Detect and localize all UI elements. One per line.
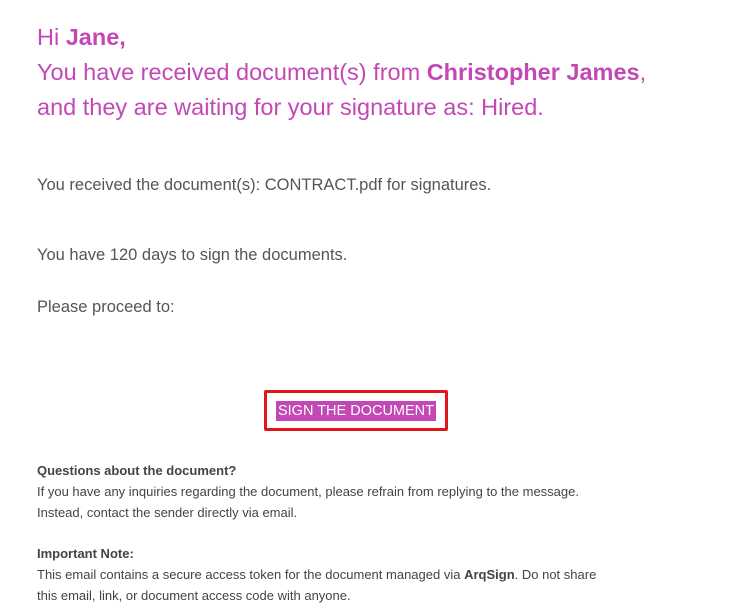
questions-text-line-2: Instead, contact the sender directly via…: [37, 505, 298, 520]
important-note-heading: Important Note:: [37, 546, 134, 561]
days-to-sign-text: You have 120 days to sign the documents.: [37, 246, 348, 264]
important-note-section: Important Note: This email contains a se…: [37, 543, 717, 606]
questions-heading: Questions about the document?: [37, 463, 237, 478]
proceed-text: Please proceed to:: [37, 298, 175, 316]
brand-name: ArqSign: [464, 567, 515, 582]
note-text-before: This email contains a secure access toke…: [37, 567, 461, 582]
sender-name: Christopher James: [426, 59, 640, 85]
greeting-line-2: You have received document(s) from Chris…: [37, 55, 727, 90]
important-note-line-2: this email, link, or document access cod…: [37, 588, 351, 603]
note-text-after: . Do not share: [514, 567, 597, 582]
documents-received-text: You received the document(s): CONTRACT.p…: [37, 176, 492, 194]
questions-text-line-1: If you have any inquiries regarding the …: [37, 484, 579, 499]
sign-document-button[interactable]: SIGN THE DOCUMENT: [275, 400, 437, 421]
greeting-line-3: and they are waiting for your signature …: [37, 94, 544, 120]
recipient-name: Jane,: [65, 24, 126, 50]
greeting-line-1: Hi Jane,: [37, 20, 727, 55]
received-from-suffix: ,: [639, 59, 647, 85]
received-from-text: You have received document(s) from: [37, 59, 421, 85]
greeting-hi: Hi: [37, 24, 60, 50]
sign-button-highlight: SIGN THE DOCUMENT: [264, 390, 448, 431]
important-note-line-1: This email contains a secure access toke…: [37, 564, 717, 585]
questions-section: Questions about the document? If you hav…: [37, 460, 717, 523]
greeting-block: Hi Jane, You have received document(s) f…: [37, 20, 727, 125]
